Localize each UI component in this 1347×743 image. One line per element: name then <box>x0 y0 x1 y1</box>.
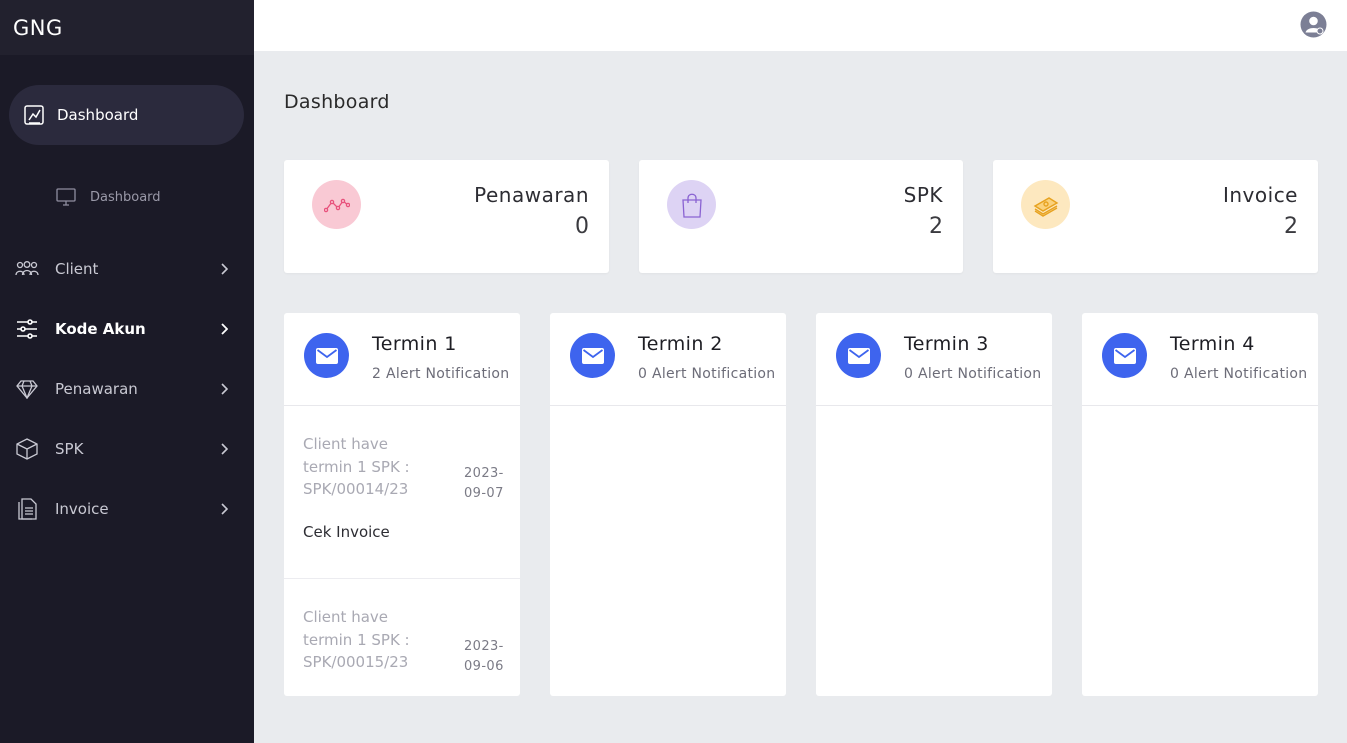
notification-date: 2023-09-07 <box>464 466 504 501</box>
stat-card-invoice[interactable]: Invoice 2 <box>993 160 1318 273</box>
mail-icon <box>836 333 881 378</box>
monitor-icon <box>55 186 77 208</box>
sidebar-item-label: Penawaran <box>55 380 138 398</box>
sidebar-subitem-label: Dashboard <box>90 189 161 205</box>
stat-value: 2 <box>929 214 943 239</box>
termin-alert-count: 0 Alert Notification <box>904 366 1042 382</box>
box-icon <box>14 438 40 460</box>
chevron-right-icon <box>216 441 232 457</box>
sidebar-item-invoice[interactable]: Invoice <box>0 489 254 529</box>
sidebar-item-label: Invoice <box>55 500 109 518</box>
notification-item: Client have termin 1 SPK : SPK/00015/23 … <box>284 579 520 696</box>
stat-label: Invoice <box>1222 183 1298 207</box>
termin-alert-count: 2 Alert Notification <box>372 366 510 382</box>
sidebar-item-spk[interactable]: SPK <box>0 429 254 469</box>
sidebar-item-label: Client <box>55 260 99 278</box>
chevron-right-icon <box>216 321 232 337</box>
cek-invoice-link[interactable]: Cek Invoice <box>303 523 390 541</box>
notification-text: Client have termin 1 SPK : SPK/00014/23 <box>303 435 410 498</box>
stat-label: SPK <box>903 183 943 207</box>
sidebar-item-client[interactable]: Client <box>0 249 254 289</box>
chevron-right-icon <box>216 261 232 277</box>
sidebar-item-label: Dashboard <box>57 106 139 124</box>
notification-date: 2023-09-06 <box>464 639 504 674</box>
brand-logo[interactable]: GNG <box>0 0 254 55</box>
topbar <box>254 0 1347 51</box>
sliders-icon <box>14 318 40 340</box>
chevron-right-icon <box>216 381 232 397</box>
sidebar-item-label: Kode Akun <box>55 320 146 338</box>
stat-card-spk[interactable]: SPK 2 <box>639 160 963 273</box>
termin-title: Termin 1 <box>372 333 457 355</box>
trend-line-icon <box>312 180 361 229</box>
sidebar-item-label: SPK <box>55 440 84 458</box>
termin-card-4: Termin 4 0 Alert Notification <box>1082 313 1318 696</box>
notification-text: Client have termin 1 SPK : SPK/00015/23 <box>303 608 410 671</box>
user-avatar-icon[interactable] <box>1300 11 1327 38</box>
money-stack-icon <box>1021 180 1070 229</box>
termin-header: Termin 4 0 Alert Notification <box>1082 313 1318 406</box>
shopping-bag-icon <box>667 180 716 229</box>
notification-item: Client have termin 1 SPK : SPK/00014/23 … <box>284 406 520 579</box>
stat-label: Penawaran <box>474 183 589 207</box>
termin-alert-count: 0 Alert Notification <box>1170 366 1308 382</box>
stat-card-penawaran[interactable]: Penawaran 0 <box>284 160 609 273</box>
document-icon <box>14 498 40 520</box>
sidebar: GNG Dashboard Dashboard Client Kode Akun… <box>0 0 254 743</box>
sidebar-item-dashboard[interactable]: Dashboard <box>9 85 244 145</box>
page-title: Dashboard <box>284 91 390 113</box>
termin-card-1: Termin 1 2 Alert Notification Client hav… <box>284 313 520 696</box>
sidebar-item-kode-akun[interactable]: Kode Akun <box>0 309 254 349</box>
mail-icon <box>570 333 615 378</box>
termin-title: Termin 4 <box>1170 333 1255 355</box>
termin-title: Termin 2 <box>638 333 723 355</box>
termin-card-2: Termin 2 0 Alert Notification <box>550 313 786 696</box>
termin-card-3: Termin 3 0 Alert Notification <box>816 313 1052 696</box>
diamond-icon <box>14 378 40 400</box>
dashboard-chart-icon <box>23 104 45 126</box>
termin-alert-count: 0 Alert Notification <box>638 366 776 382</box>
mail-icon <box>304 333 349 378</box>
termin-header: Termin 1 2 Alert Notification <box>284 313 520 406</box>
termin-title: Termin 3 <box>904 333 989 355</box>
termin-header: Termin 2 0 Alert Notification <box>550 313 786 406</box>
stat-value: 0 <box>575 214 589 239</box>
stat-value: 2 <box>1284 214 1298 239</box>
users-icon <box>14 258 40 280</box>
termin-header: Termin 3 0 Alert Notification <box>816 313 1052 406</box>
sidebar-subitem-dashboard[interactable]: Dashboard <box>55 185 161 209</box>
sidebar-item-penawaran[interactable]: Penawaran <box>0 369 254 409</box>
mail-icon <box>1102 333 1147 378</box>
chevron-right-icon <box>216 501 232 517</box>
